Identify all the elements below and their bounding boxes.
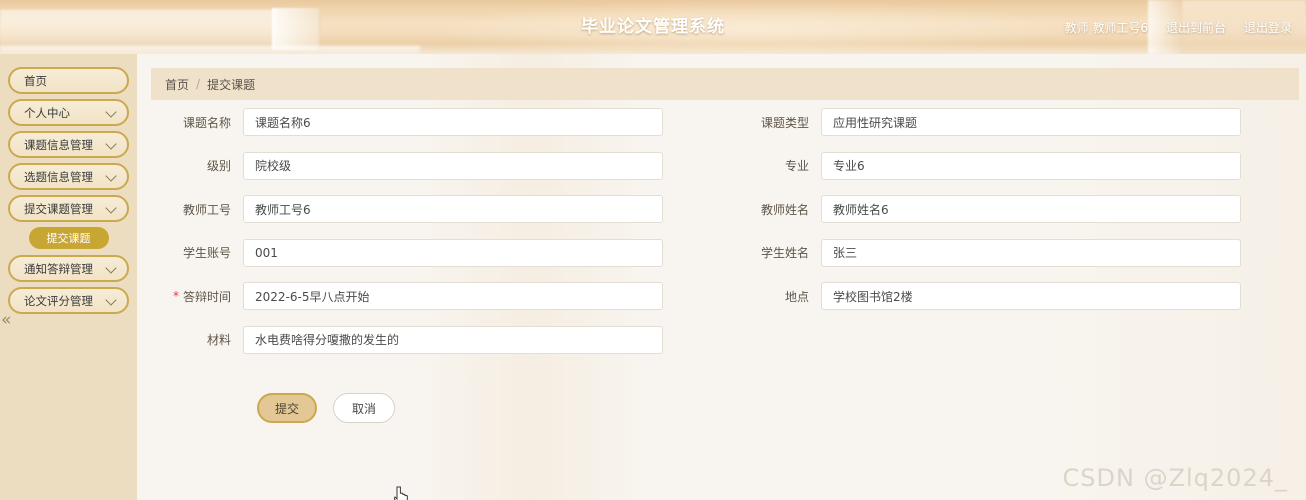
field-label: 教师姓名 (729, 201, 821, 218)
field-input-专业[interactable]: 专业6 (821, 151, 1241, 180)
field-label-text: 学生账号 (182, 246, 231, 260)
field-label: 级别 (151, 157, 243, 174)
field-label: 材料 (151, 331, 243, 348)
chevron-down-icon (105, 105, 117, 118)
logout-link[interactable]: 退出登录 (1244, 19, 1292, 36)
field-label: 课题类型 (729, 114, 821, 131)
cancel-button[interactable]: 取消 (333, 393, 395, 423)
form-row-fields_left-2: 教师工号 教师工号6 (151, 195, 663, 223)
sidebar-item-label: 选题信息管理 (24, 169, 93, 184)
watermark: CSDN @Zlq2024_ (1062, 464, 1288, 492)
form-row-fields_right-0: 课题类型 应用性研究课题 (729, 108, 1241, 136)
sidebar-item-6[interactable]: 论文评分管理 (8, 287, 129, 314)
form-row-fields_left-3: 学生账号 001 (151, 238, 663, 267)
submit-topic-form: 课题名称 课题名称6 级别 院校级 教师工号 教师工号6 学生账号 001 * 答辩时间 2022-… (151, 108, 1299, 500)
sidebar-item-3[interactable]: 选题信息管理 (8, 163, 129, 190)
field-input-地点[interactable]: 学校图书馆2楼 (821, 282, 1241, 310)
breadcrumb-separator: / (196, 77, 201, 91)
form-row-fields_right-4: 地点 学校图书馆2楼 (729, 282, 1241, 310)
mouse-cursor-icon (394, 486, 409, 500)
field-label-text: 级别 (206, 159, 231, 173)
sidebar-item-label: 论文评分管理 (24, 293, 93, 308)
current-user-label: 教师 教师工号6 (1064, 20, 1148, 35)
submit-button[interactable]: 提交 (257, 393, 317, 423)
chevron-down-icon (105, 169, 117, 182)
form-row-fields_left-1: 级别 院校级 (151, 151, 663, 180)
sidebar-item-2[interactable]: 课题信息管理 (8, 131, 129, 158)
sidebar-item-label: 提交课题管理 (24, 201, 93, 216)
sidebar-item-label: 课题信息管理 (24, 137, 93, 152)
field-label-text: 专业 (784, 159, 809, 173)
sidebar-collapse-icon[interactable]: « (1, 312, 11, 329)
chevron-down-icon (105, 201, 117, 214)
field-label-text: 地点 (784, 289, 809, 304)
field-label-text: 材料 (206, 333, 231, 347)
form-row-fields_right-1: 专业 专业6 (729, 151, 1241, 180)
field-input-材料[interactable]: 水电费啥得分嗄撒的发生的 (243, 325, 663, 354)
form-row-fields_right-2: 教师姓名 教师姓名6 (729, 195, 1241, 223)
field-label: 地点 (729, 288, 821, 305)
chevron-down-icon (105, 261, 117, 274)
sidebar-item-4[interactable]: 提交课题管理 (8, 195, 129, 222)
field-label-text: 答辩时间 (182, 289, 231, 304)
sidebar-submenu: 提交课题 (0, 227, 137, 249)
sidebar-subitem-0[interactable]: 提交课题 (28, 227, 109, 249)
main-content: 首页 / 提交课题 课题名称 课题名称6 级别 院校级教师工号 教师工号6 学生账号 001… (137, 54, 1306, 500)
sidebar-item-0[interactable]: 首页 (8, 67, 129, 94)
required-asterisk-icon: * (173, 288, 179, 303)
field-input-学生账号[interactable]: 001 (243, 238, 663, 267)
form-actions: 提交 取消 (257, 393, 395, 423)
field-label: * 答辩时间 (151, 288, 243, 305)
sidebar-item-label: 通知答辩管理 (24, 261, 93, 276)
field-input-课题类型[interactable]: 应用性研究课题 (821, 108, 1241, 136)
sidebar: 首页个人中心课题信息管理 选题信息管理 提交课题管理提交课题通知答辩管理 论文评分管理… (0, 54, 137, 500)
field-label: 教师工号 (151, 201, 243, 218)
breadcrumb-current: 提交课题 (207, 77, 256, 92)
form-row-fields_left-0: 课题名称 课题名称6 (151, 108, 663, 136)
field-label-text: 教师工号 (182, 202, 231, 217)
breadcrumb: 首页 / 提交课题 (151, 68, 1299, 100)
breadcrumb-home[interactable]: 首页 (165, 76, 189, 93)
field-input-教师工号[interactable]: 教师工号6 (243, 195, 663, 223)
form-row-fields_left-5: 材料 水电费啥得分嗄撒的发生的 (151, 325, 663, 354)
field-input-课题名称[interactable]: 课题名称6 (243, 108, 663, 136)
field-label: 专业 (729, 157, 821, 174)
field-label-text: 学生姓名 (760, 246, 809, 260)
form-row-fields_right-3: 学生姓名 张三 (729, 238, 1241, 267)
field-input-答辩时间[interactable]: 2022-6-5早八点开始 (243, 282, 663, 310)
app-header: 毕业论文管理系统 教师 教师工号6 退出到前台 退出登录 (0, 0, 1306, 54)
sidebar-item-1[interactable]: 个人中心 (8, 99, 129, 126)
form-row-fields_left-4: * 答辩时间 2022-6-5早八点开始 (151, 282, 663, 310)
field-label-text: 教师姓名 (760, 202, 809, 217)
sidebar-item-label: 个人中心 (24, 105, 70, 120)
sidebar-menu: 首页个人中心课题信息管理 选题信息管理 提交课题管理提交课题通知答辩管理 论文评分管理 (0, 54, 137, 314)
field-label-text: 课题类型 (760, 115, 809, 130)
exit-to-frontend-link[interactable]: 退出到前台 (1166, 19, 1226, 36)
field-label-text: 课题名称 (182, 115, 231, 130)
field-input-学生姓名[interactable]: 张三 (821, 238, 1241, 267)
field-input-级别[interactable]: 院校级 (243, 151, 663, 180)
field-label: 课题名称 (151, 114, 243, 131)
header-user-area: 教师 教师工号6 退出到前台 退出登录 (1065, 0, 1292, 54)
sidebar-item-label: 首页 (24, 73, 47, 88)
chevron-down-icon (105, 293, 117, 306)
field-label: 学生账号 (151, 244, 243, 261)
sidebar-item-5[interactable]: 通知答辩管理 (8, 255, 129, 282)
field-input-教师姓名[interactable]: 教师姓名6 (821, 195, 1241, 223)
field-label: 学生姓名 (729, 244, 821, 261)
chevron-down-icon (105, 137, 117, 150)
